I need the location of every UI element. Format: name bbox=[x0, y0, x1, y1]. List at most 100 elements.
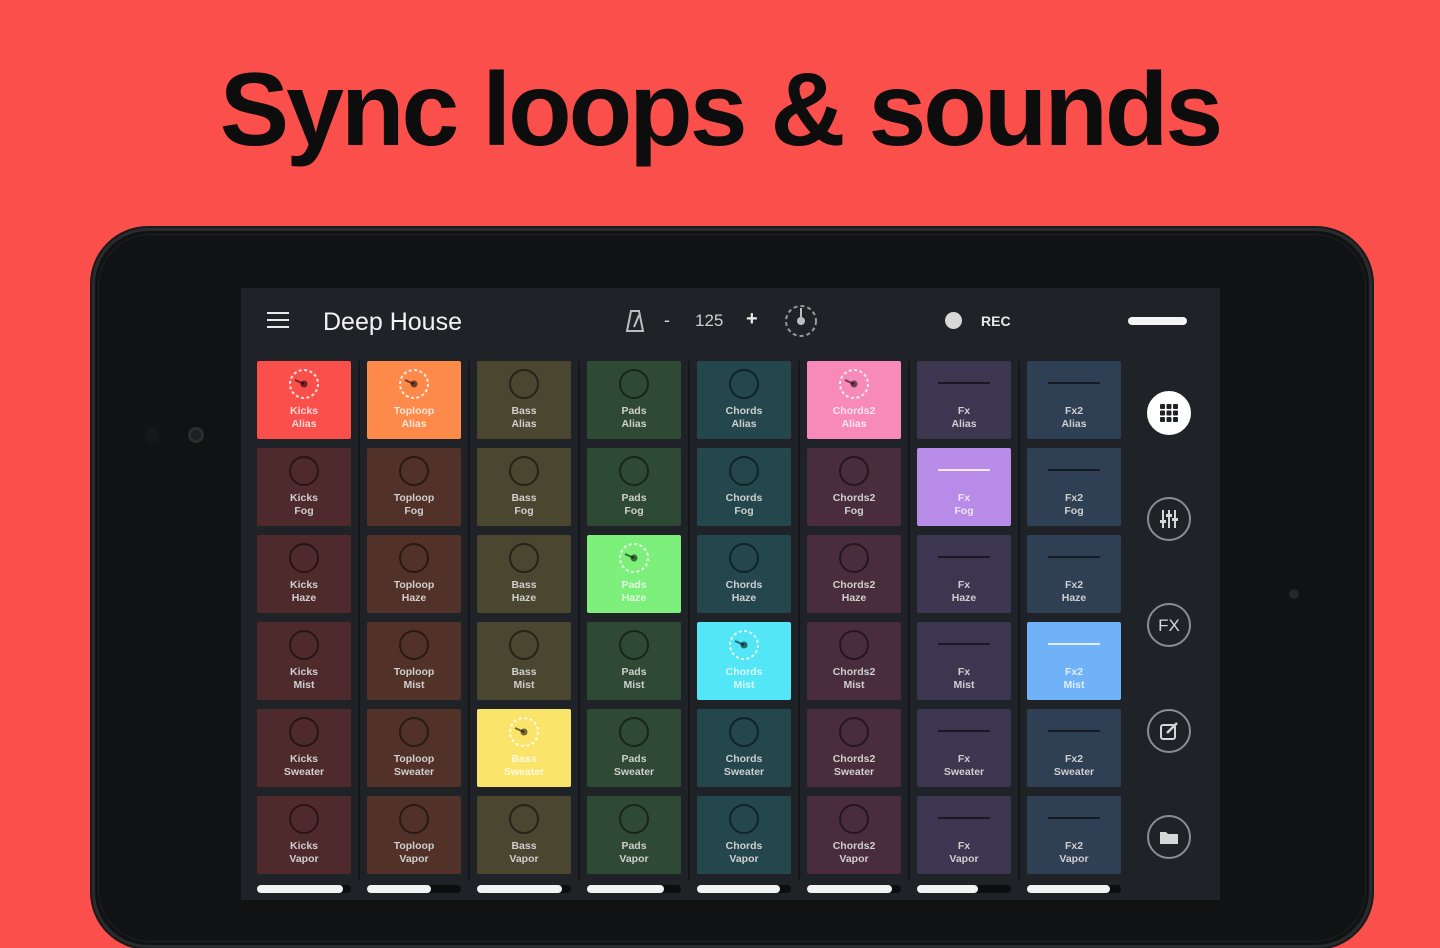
volume-slider-toploop[interactable] bbox=[367, 885, 461, 893]
pad-fx-vapor[interactable]: Fx Vapor bbox=[917, 796, 1011, 874]
grid-view-button[interactable] bbox=[1147, 391, 1191, 435]
edit-button[interactable] bbox=[1147, 709, 1191, 753]
pad-pads-sweater[interactable]: Pads Sweater bbox=[587, 709, 681, 787]
pad-label: Fx Mist bbox=[917, 666, 1011, 692]
pad-label: Bass Fog bbox=[477, 492, 571, 518]
pad-kicks-haze[interactable]: Kicks Haze bbox=[257, 535, 351, 613]
bpm-increase-button[interactable]: + bbox=[746, 308, 758, 331]
pad-bass-alias[interactable]: Bass Alias bbox=[477, 361, 571, 439]
pad-label-variant: Alias bbox=[731, 418, 757, 430]
pad-label: Bass Vapor bbox=[477, 840, 571, 866]
pad-label-instrument: Bass bbox=[511, 840, 537, 852]
pad-kicks-alias[interactable]: Kicks Alias bbox=[257, 361, 351, 439]
pad-toploop-alias[interactable]: Toploop Alias bbox=[367, 361, 461, 439]
fx-line-icon bbox=[1048, 556, 1100, 558]
loop-ring-icon bbox=[839, 804, 869, 834]
pad-bass-haze[interactable]: Bass Haze bbox=[477, 535, 571, 613]
pad-label-variant: Mist bbox=[1063, 679, 1085, 691]
panel-handle[interactable] bbox=[1128, 317, 1187, 325]
volume-slider-bass[interactable] bbox=[477, 885, 571, 893]
pad-bass-sweater[interactable]: Bass Sweater bbox=[477, 709, 571, 787]
pad-toploop-vapor[interactable]: Toploop Vapor bbox=[367, 796, 461, 874]
edit-icon bbox=[1160, 722, 1178, 740]
pad-label-variant: Vapor bbox=[289, 853, 319, 865]
pad-kicks-sweater[interactable]: Kicks Sweater bbox=[257, 709, 351, 787]
pad-kicks-mist[interactable]: Kicks Mist bbox=[257, 622, 351, 700]
pad-kicks-fog[interactable]: Kicks Fog bbox=[257, 448, 351, 526]
pad-toploop-haze[interactable]: Toploop Haze bbox=[367, 535, 461, 613]
pad-chords-alias[interactable]: Chords Alias bbox=[697, 361, 791, 439]
volume-fill bbox=[587, 885, 665, 893]
pad-fx-mist[interactable]: Fx Mist bbox=[917, 622, 1011, 700]
pad-bass-mist[interactable]: Bass Mist bbox=[477, 622, 571, 700]
camera-icon bbox=[188, 427, 204, 443]
mixer-button[interactable] bbox=[1147, 497, 1191, 541]
pad-fx2-vapor[interactable]: Fx2 Vapor bbox=[1027, 796, 1121, 874]
metronome-icon[interactable] bbox=[625, 309, 645, 333]
loop-ring-icon bbox=[839, 630, 869, 660]
volume-slider-chords[interactable] bbox=[697, 885, 791, 893]
pad-label-variant: Haze bbox=[951, 592, 977, 604]
loop-ring-icon bbox=[619, 804, 649, 834]
pad-chords2-sweater[interactable]: Chords2 Sweater bbox=[807, 709, 901, 787]
pad-label-instrument: Fx2 bbox=[1064, 492, 1084, 504]
pad-toploop-sweater[interactable]: Toploop Sweater bbox=[367, 709, 461, 787]
bpm-value[interactable]: 125 bbox=[695, 311, 723, 331]
pad-chords2-vapor[interactable]: Chords2 Vapor bbox=[807, 796, 901, 874]
pad-label-instrument: Chords bbox=[725, 405, 763, 417]
record-label[interactable]: REC bbox=[981, 313, 1011, 329]
volume-slider-chords2[interactable] bbox=[807, 885, 901, 893]
pad-label-instrument: Kicks bbox=[289, 579, 319, 591]
pad-toploop-mist[interactable]: Toploop Mist bbox=[367, 622, 461, 700]
pad-chords-vapor[interactable]: Chords Vapor bbox=[697, 796, 791, 874]
pad-fx-sweater[interactable]: Fx Sweater bbox=[917, 709, 1011, 787]
pad-fx-fog[interactable]: Fx Fog bbox=[917, 448, 1011, 526]
volume-slider-fx2[interactable] bbox=[1027, 885, 1121, 893]
tempo-dial-icon[interactable] bbox=[783, 303, 819, 339]
pad-fx2-haze[interactable]: Fx2 Haze bbox=[1027, 535, 1121, 613]
pad-label-instrument: Pads bbox=[621, 840, 647, 852]
volume-slider-fx[interactable] bbox=[917, 885, 1011, 893]
pad-pads-mist[interactable]: Pads Mist bbox=[587, 622, 681, 700]
pad-fx2-mist[interactable]: Fx2 Mist bbox=[1027, 622, 1121, 700]
pad-toploop-fog[interactable]: Toploop Fog bbox=[367, 448, 461, 526]
pad-chords2-alias[interactable]: Chords2 Alias bbox=[807, 361, 901, 439]
pad-fx2-alias[interactable]: Fx2 Alias bbox=[1027, 361, 1121, 439]
pad-chords2-mist[interactable]: Chords2 Mist bbox=[807, 622, 901, 700]
volume-slider-pads[interactable] bbox=[587, 885, 681, 893]
pad-chords-sweater[interactable]: Chords Sweater bbox=[697, 709, 791, 787]
pad-label-instrument: Chords2 bbox=[832, 753, 876, 765]
pad-chords-mist[interactable]: Chords Mist bbox=[697, 622, 791, 700]
pad-fx-haze[interactable]: Fx Haze bbox=[917, 535, 1011, 613]
pad-pads-alias[interactable]: Pads Alias bbox=[587, 361, 681, 439]
folder-button[interactable] bbox=[1147, 815, 1191, 859]
pad-label-instrument: Bass bbox=[511, 579, 537, 591]
pad-label-instrument: Fx bbox=[957, 579, 971, 591]
pad-chords-fog[interactable]: Chords Fog bbox=[697, 448, 791, 526]
pad-label: Chords Mist bbox=[697, 666, 791, 692]
record-button[interactable] bbox=[945, 312, 962, 329]
pad-fx-alias[interactable]: Fx Alias bbox=[917, 361, 1011, 439]
pad-fx2-sweater[interactable]: Fx2 Sweater bbox=[1027, 709, 1121, 787]
pad-bass-fog[interactable]: Bass Fog bbox=[477, 448, 571, 526]
pad-label-instrument: Kicks bbox=[289, 492, 319, 504]
loop-ring-icon bbox=[509, 369, 539, 399]
pad-chords-haze[interactable]: Chords Haze bbox=[697, 535, 791, 613]
pad-pads-vapor[interactable]: Pads Vapor bbox=[587, 796, 681, 874]
pad-kicks-vapor[interactable]: Kicks Vapor bbox=[257, 796, 351, 874]
pad-pads-haze[interactable]: Pads Haze bbox=[587, 535, 681, 613]
pad-label-variant: Sweater bbox=[943, 766, 985, 778]
bpm-decrease-button[interactable]: - bbox=[664, 310, 670, 331]
pad-pads-fog[interactable]: Pads Fog bbox=[587, 448, 681, 526]
pad-label: Bass Mist bbox=[477, 666, 571, 692]
pad-label-variant: Mist bbox=[293, 679, 315, 691]
column-divider bbox=[468, 361, 470, 881]
menu-icon[interactable] bbox=[267, 312, 289, 328]
pad-bass-vapor[interactable]: Bass Vapor bbox=[477, 796, 571, 874]
pad-fx2-fog[interactable]: Fx2 Fog bbox=[1027, 448, 1121, 526]
volume-slider-kicks[interactable] bbox=[257, 885, 351, 893]
fx-button[interactable]: FX bbox=[1147, 603, 1191, 647]
pad-chords2-fog[interactable]: Chords2 Fog bbox=[807, 448, 901, 526]
loop-ring-icon bbox=[839, 717, 869, 747]
pad-chords2-haze[interactable]: Chords2 Haze bbox=[807, 535, 901, 613]
